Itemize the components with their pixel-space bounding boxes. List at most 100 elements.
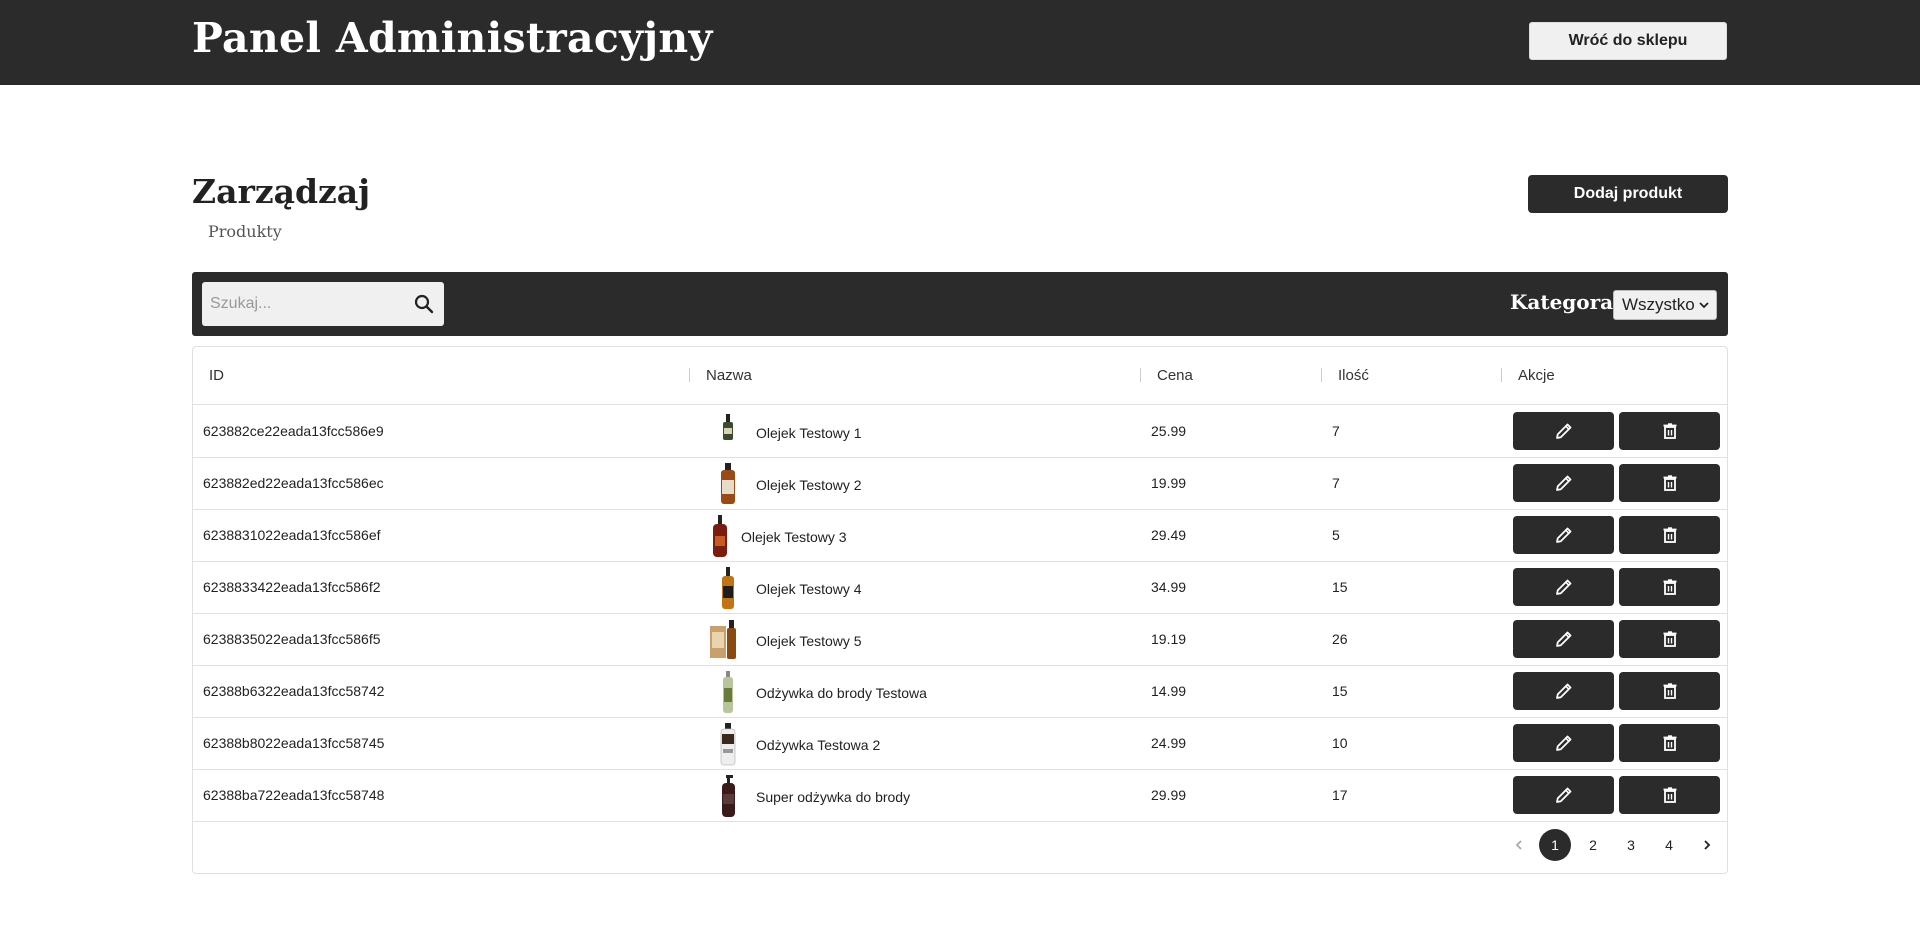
product-quantity: 10 [1332,735,1348,751]
product-thumbnail [722,775,735,817]
delete-button[interactable] [1619,412,1720,450]
product-thumbnail [723,671,733,713]
page-title: Zarządzaj [192,172,371,211]
product-quantity: 7 [1332,475,1340,491]
pencil-icon [1555,631,1571,647]
pencil-icon [1555,527,1571,543]
product-id: 623882ce22eada13fcc586e9 [203,423,384,439]
product-price: 34.99 [1151,579,1187,595]
page-button-2[interactable]: 2 [1577,829,1609,861]
product-id: 6238833422eada13fcc586f2 [203,579,381,595]
column-header-id[interactable]: ID [209,367,224,384]
product-id: 6238835022eada13fcc586f5 [203,631,381,647]
table-row: 623882ed22eada13fcc586ec Olejek Testowy … [193,458,1727,510]
edit-button[interactable] [1513,464,1614,502]
table-row: 6238831022eada13fcc586ef Olejek Testowy … [193,510,1727,562]
edit-button[interactable] [1513,776,1614,814]
product-name: Olejek Testowy 2 [756,477,862,493]
column-header-price[interactable]: Cena [1157,367,1193,384]
table-header: ID Nazwa Cena Ilość Akcje [193,347,1727,405]
page-subtitle: Produkty [208,222,282,241]
pencil-icon [1555,787,1571,803]
product-thumbnail [720,723,736,766]
edit-button[interactable] [1513,724,1614,762]
product-thumbnail [713,515,727,557]
delete-button[interactable] [1619,672,1720,710]
product-id: 62388ba722eada13fcc58748 [203,787,385,803]
search-icon[interactable] [412,292,436,316]
column-separator[interactable] [1501,368,1502,382]
table-row: 6238835022eada13fcc586f5 Olejek Testowy … [193,614,1727,666]
product-price: 19.99 [1151,475,1187,491]
table-row: 62388ba722eada13fcc58748 Super odżywka d… [193,770,1727,822]
table-row: 62388b6322eada13fcc58742 Odżywka do brod… [193,666,1727,718]
page-button-3[interactable]: 3 [1615,829,1647,861]
product-id: 6238831022eada13fcc586ef [203,527,381,543]
trash-icon [1663,683,1676,699]
back-to-shop-button[interactable]: Wróć do sklepu [1529,22,1727,60]
product-thumbnail [723,414,733,440]
pencil-icon [1555,475,1571,491]
table-row: 6238833422eada13fcc586f2 Olejek Testowy … [193,562,1727,614]
trash-icon [1663,527,1676,543]
page-button-1[interactable]: 1 [1539,829,1571,861]
column-separator[interactable] [1321,368,1322,382]
product-name: Odżywka do brody Testowa [756,685,927,701]
edit-button[interactable] [1513,568,1614,606]
pencil-icon [1555,735,1571,751]
chevron-left-icon [1515,840,1522,850]
delete-button[interactable] [1619,620,1720,658]
prev-page-button[interactable] [1503,829,1535,861]
chevron-right-icon [1704,840,1711,850]
product-price: 29.99 [1151,787,1187,803]
product-name: Olejek Testowy 3 [741,529,847,545]
product-quantity: 7 [1332,423,1340,439]
chevron-down-icon [1699,302,1709,309]
table-row: 62388b8022eada13fcc58745 Odżywka Testowa… [193,718,1727,770]
edit-button[interactable] [1513,412,1614,450]
top-bar: Panel Administracyjny Wróć do sklepu [0,0,1920,85]
edit-button[interactable] [1513,672,1614,710]
delete-button[interactable] [1619,568,1720,606]
trash-icon [1663,631,1676,647]
product-quantity: 15 [1332,683,1348,699]
product-price: 19.19 [1151,631,1187,647]
pencil-icon [1555,423,1571,439]
product-id: 62388b6322eada13fcc58742 [203,683,385,699]
product-id: 62388b8022eada13fcc58745 [203,735,385,751]
product-name: Olejek Testowy 5 [756,633,862,649]
add-product-button[interactable]: Dodaj produkt [1528,175,1728,213]
column-header-actions: Akcje [1518,367,1555,384]
delete-button[interactable] [1619,516,1720,554]
column-separator[interactable] [1140,368,1141,382]
product-price: 29.49 [1151,527,1187,543]
next-page-button[interactable] [1691,829,1723,861]
edit-button[interactable] [1513,620,1614,658]
product-id: 623882ed22eada13fcc586ec [203,475,384,491]
column-header-quantity[interactable]: Ilość [1338,367,1369,384]
trash-icon [1663,423,1676,439]
pencil-icon [1555,683,1571,699]
delete-button[interactable] [1619,724,1720,762]
product-quantity: 5 [1332,527,1340,543]
column-separator[interactable] [689,368,690,382]
product-name: Olejek Testowy 4 [756,581,862,597]
search-input[interactable] [202,282,402,326]
filter-bar: Kategora: Wszystko [192,272,1728,336]
column-header-name[interactable]: Nazwa [706,367,752,384]
product-thumbnail [721,463,735,504]
delete-button[interactable] [1619,776,1720,814]
category-select[interactable]: Wszystko [1613,290,1717,320]
table-row: 623882ce22eada13fcc586e9 Olejek Testowy … [193,406,1727,458]
product-name: Odżywka Testowa 2 [756,737,881,753]
product-quantity: 17 [1332,787,1348,803]
products-table: ID Nazwa Cena Ilość Akcje 623882ce22eada… [192,346,1728,874]
page-button-4[interactable]: 4 [1653,829,1685,861]
edit-button[interactable] [1513,516,1614,554]
product-price: 25.99 [1151,423,1187,439]
search-box [202,282,444,326]
product-quantity: 26 [1332,631,1348,647]
product-quantity: 15 [1332,579,1348,595]
trash-icon [1663,787,1676,803]
delete-button[interactable] [1619,464,1720,502]
